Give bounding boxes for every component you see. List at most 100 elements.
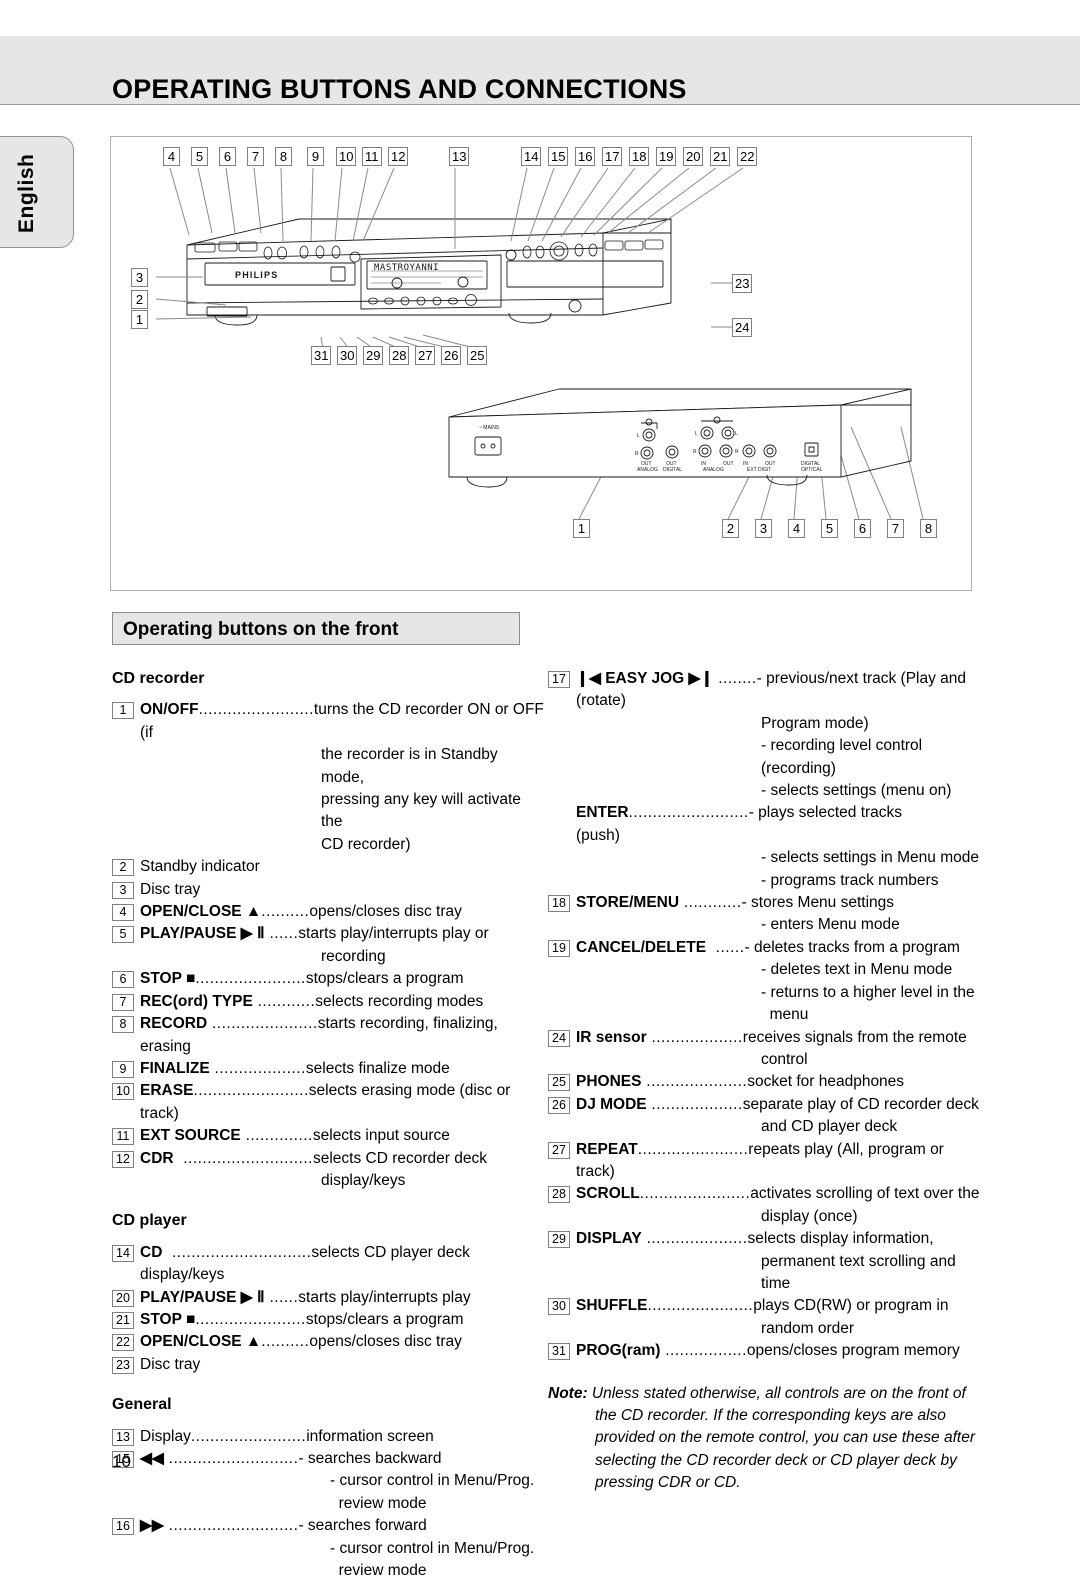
entry-right-term: DISPLAY xyxy=(576,1230,642,1248)
callout-29: 29 xyxy=(363,346,384,365)
entry-right-description: - stores Menu settings xyxy=(741,894,895,912)
callout-5: 5 xyxy=(191,147,208,166)
callout-leader-lines xyxy=(155,167,924,520)
list-item: 4 OPEN/CLOSE ▲..........opens/closes disc… xyxy=(112,901,544,923)
entry-recorder-index-6: 6 xyxy=(112,971,134,989)
list-item: 28 SCROLL.......................activates… xyxy=(548,1183,980,1228)
entry-recorder-body: RECORD ......................starts reco… xyxy=(140,1013,544,1058)
entry-right-index-blank xyxy=(548,805,570,822)
entry-right-leader: ....................... xyxy=(637,1140,749,1158)
entry-right-continuation: - deletes text in Menu mode xyxy=(761,961,953,979)
entry-recorder-term: RECORD xyxy=(140,1015,208,1033)
svg-text:R: R xyxy=(735,449,739,455)
entry-recorder-leader: ...................... xyxy=(207,1015,318,1033)
entry-right-sub-label: (push) xyxy=(576,826,620,844)
entry-right-continuation: menu xyxy=(761,1006,809,1024)
entry-recorder-index-11: 11 xyxy=(112,1128,134,1146)
list-item: 27 REPEAT.......................repeats p… xyxy=(548,1139,980,1184)
entry-right-description: plays CD(RW) or program in xyxy=(753,1297,949,1315)
entry-right-index-30: 30 xyxy=(548,1298,570,1316)
entry-player-description: stops/clears a program xyxy=(305,1310,464,1328)
entry-right-term: PHONES xyxy=(576,1073,642,1091)
entry-right-continuation: - programs track numbers xyxy=(761,871,939,889)
entry-right-continuation: - enters Menu mode xyxy=(761,916,900,934)
page-title: OPERATING BUTTONS AND CONNECTIONS xyxy=(112,74,687,105)
callout-25: 25 xyxy=(467,346,488,365)
list-item: 3 Disc tray xyxy=(112,879,544,901)
entry-right-index-26: 26 xyxy=(548,1096,570,1114)
entry-right-leader: ................. xyxy=(660,1342,747,1360)
entry-player-index-23: 23 xyxy=(112,1356,134,1374)
entry-general-term: ◀◀ xyxy=(140,1450,164,1467)
callout-10: 10 xyxy=(336,147,357,166)
language-tab-label: English xyxy=(15,153,38,233)
entry-right-term: DJ MODE xyxy=(576,1095,647,1113)
callout-27: 27 xyxy=(415,346,436,365)
list-item: 22 OPEN/CLOSE ▲..........opens/closes dis… xyxy=(112,1331,544,1353)
callout-3: 3 xyxy=(131,268,148,287)
entry-recorder-leader: .............. xyxy=(240,1127,313,1145)
callout-15: 15 xyxy=(548,147,569,166)
svg-text:ANALOG: ANALOG xyxy=(703,467,724,473)
entry-right-body: ENTER.........................- plays se… xyxy=(576,802,980,892)
entry-right-continuation: random order xyxy=(761,1319,855,1337)
entry-right-leader: ...................... xyxy=(647,1297,754,1315)
note-line-4: pressing CDR or CD. xyxy=(595,1474,741,1492)
callout-2: 2 xyxy=(131,290,148,309)
section-heading-bar: Operating buttons on the front xyxy=(112,612,520,645)
entry-player-index-22: 22 xyxy=(112,1334,134,1352)
entry-right-term: STORE/MENU xyxy=(576,894,680,912)
entry-general-continuation: - cursor control in Menu/Prog. xyxy=(330,1539,535,1557)
entry-recorder-leader: ........................ xyxy=(198,701,314,719)
group-heading-general: General xyxy=(112,1396,172,1414)
rear-panel-illustration: ~ MAINS L R OUT ANALOG OUT DIGITAL L L R… xyxy=(448,388,912,488)
svg-text:ANALOG: ANALOG xyxy=(637,467,658,473)
list-item: 21 STOP ■.......................stops/cle… xyxy=(112,1309,544,1331)
entry-recorder-body: Disc tray xyxy=(140,879,544,901)
entry-player-leader: ...... xyxy=(264,1288,299,1306)
svg-text:DIGITAL: DIGITAL xyxy=(663,467,682,473)
entry-right-description: opens/closes program memory xyxy=(746,1342,960,1360)
entry-right-description: - plays selected tracks xyxy=(748,804,903,822)
entry-right-index-27: 27 xyxy=(548,1141,570,1159)
list-item: 9 FINALIZE ...................selects fin… xyxy=(112,1058,544,1080)
callout-6: 6 xyxy=(219,147,236,166)
callout-24: 24 xyxy=(732,318,753,337)
entry-recorder-leader: ........................... xyxy=(173,1149,313,1167)
entry-player-body: OPEN/CLOSE ▲..........opens/closes disc … xyxy=(140,1331,544,1353)
entry-recorder-term: Disc tray xyxy=(140,880,201,898)
list-item: 23 Disc tray xyxy=(112,1354,544,1376)
list-item: 2 Standby indicator xyxy=(112,856,544,878)
list-item: 31 PROG(ram) .................opens/close… xyxy=(548,1340,980,1362)
svg-text:OUT: OUT xyxy=(723,461,734,467)
rear-callout-7: 7 xyxy=(887,519,904,538)
entry-recorder-leader: ........................ xyxy=(193,1082,309,1100)
entry-player-term: PLAY/PAUSE ▶ Ⅱ xyxy=(140,1288,265,1306)
callout-13: 13 xyxy=(449,147,470,166)
entry-recorder-term: ERASE xyxy=(140,1082,194,1100)
svg-text:L: L xyxy=(637,433,640,439)
rear-callout-5: 5 xyxy=(821,519,838,538)
page-number: 10 xyxy=(112,1452,131,1471)
list-item: 29 DISPLAY .....................selects d… xyxy=(548,1228,980,1295)
entry-right-body: DISPLAY .....................selects dis… xyxy=(576,1228,980,1295)
entry-player-term: STOP ■ xyxy=(140,1310,196,1328)
entry-right-continuation: - returns to a higher level in the xyxy=(761,983,975,1001)
list-item: 17 ❙◀ EASY JOG ▶❙ ........- previous/next… xyxy=(548,668,980,802)
right-text-column: 17 ❙◀ EASY JOG ▶❙ ........- previous/next… xyxy=(548,668,980,1495)
entry-recorder-term: OPEN/CLOSE ▲ xyxy=(140,903,262,921)
entry-right-body: STORE/MENU ............- stores Menu set… xyxy=(576,892,980,937)
callout-11: 11 xyxy=(362,147,382,166)
callout-30: 30 xyxy=(337,346,358,365)
entry-recorder-leader: ................... xyxy=(209,1059,306,1077)
entry-right-body: PHONES .....................socket for h… xyxy=(576,1071,980,1093)
callout-7: 7 xyxy=(247,147,264,166)
callout-22: 22 xyxy=(737,147,758,166)
rear-callout-8: 8 xyxy=(920,519,937,538)
entry-recorder-continuation: display/keys xyxy=(321,1171,406,1189)
entry-recorder-index-2: 2 xyxy=(112,859,134,877)
entry-right-continuation: display (once) xyxy=(761,1207,858,1225)
entry-recorder-term: CDR xyxy=(140,1149,174,1167)
entry-recorder-continuation: CD recorder) xyxy=(321,835,411,853)
front-panel-illustration: PHILIPS MASTROYANNI xyxy=(186,218,672,326)
